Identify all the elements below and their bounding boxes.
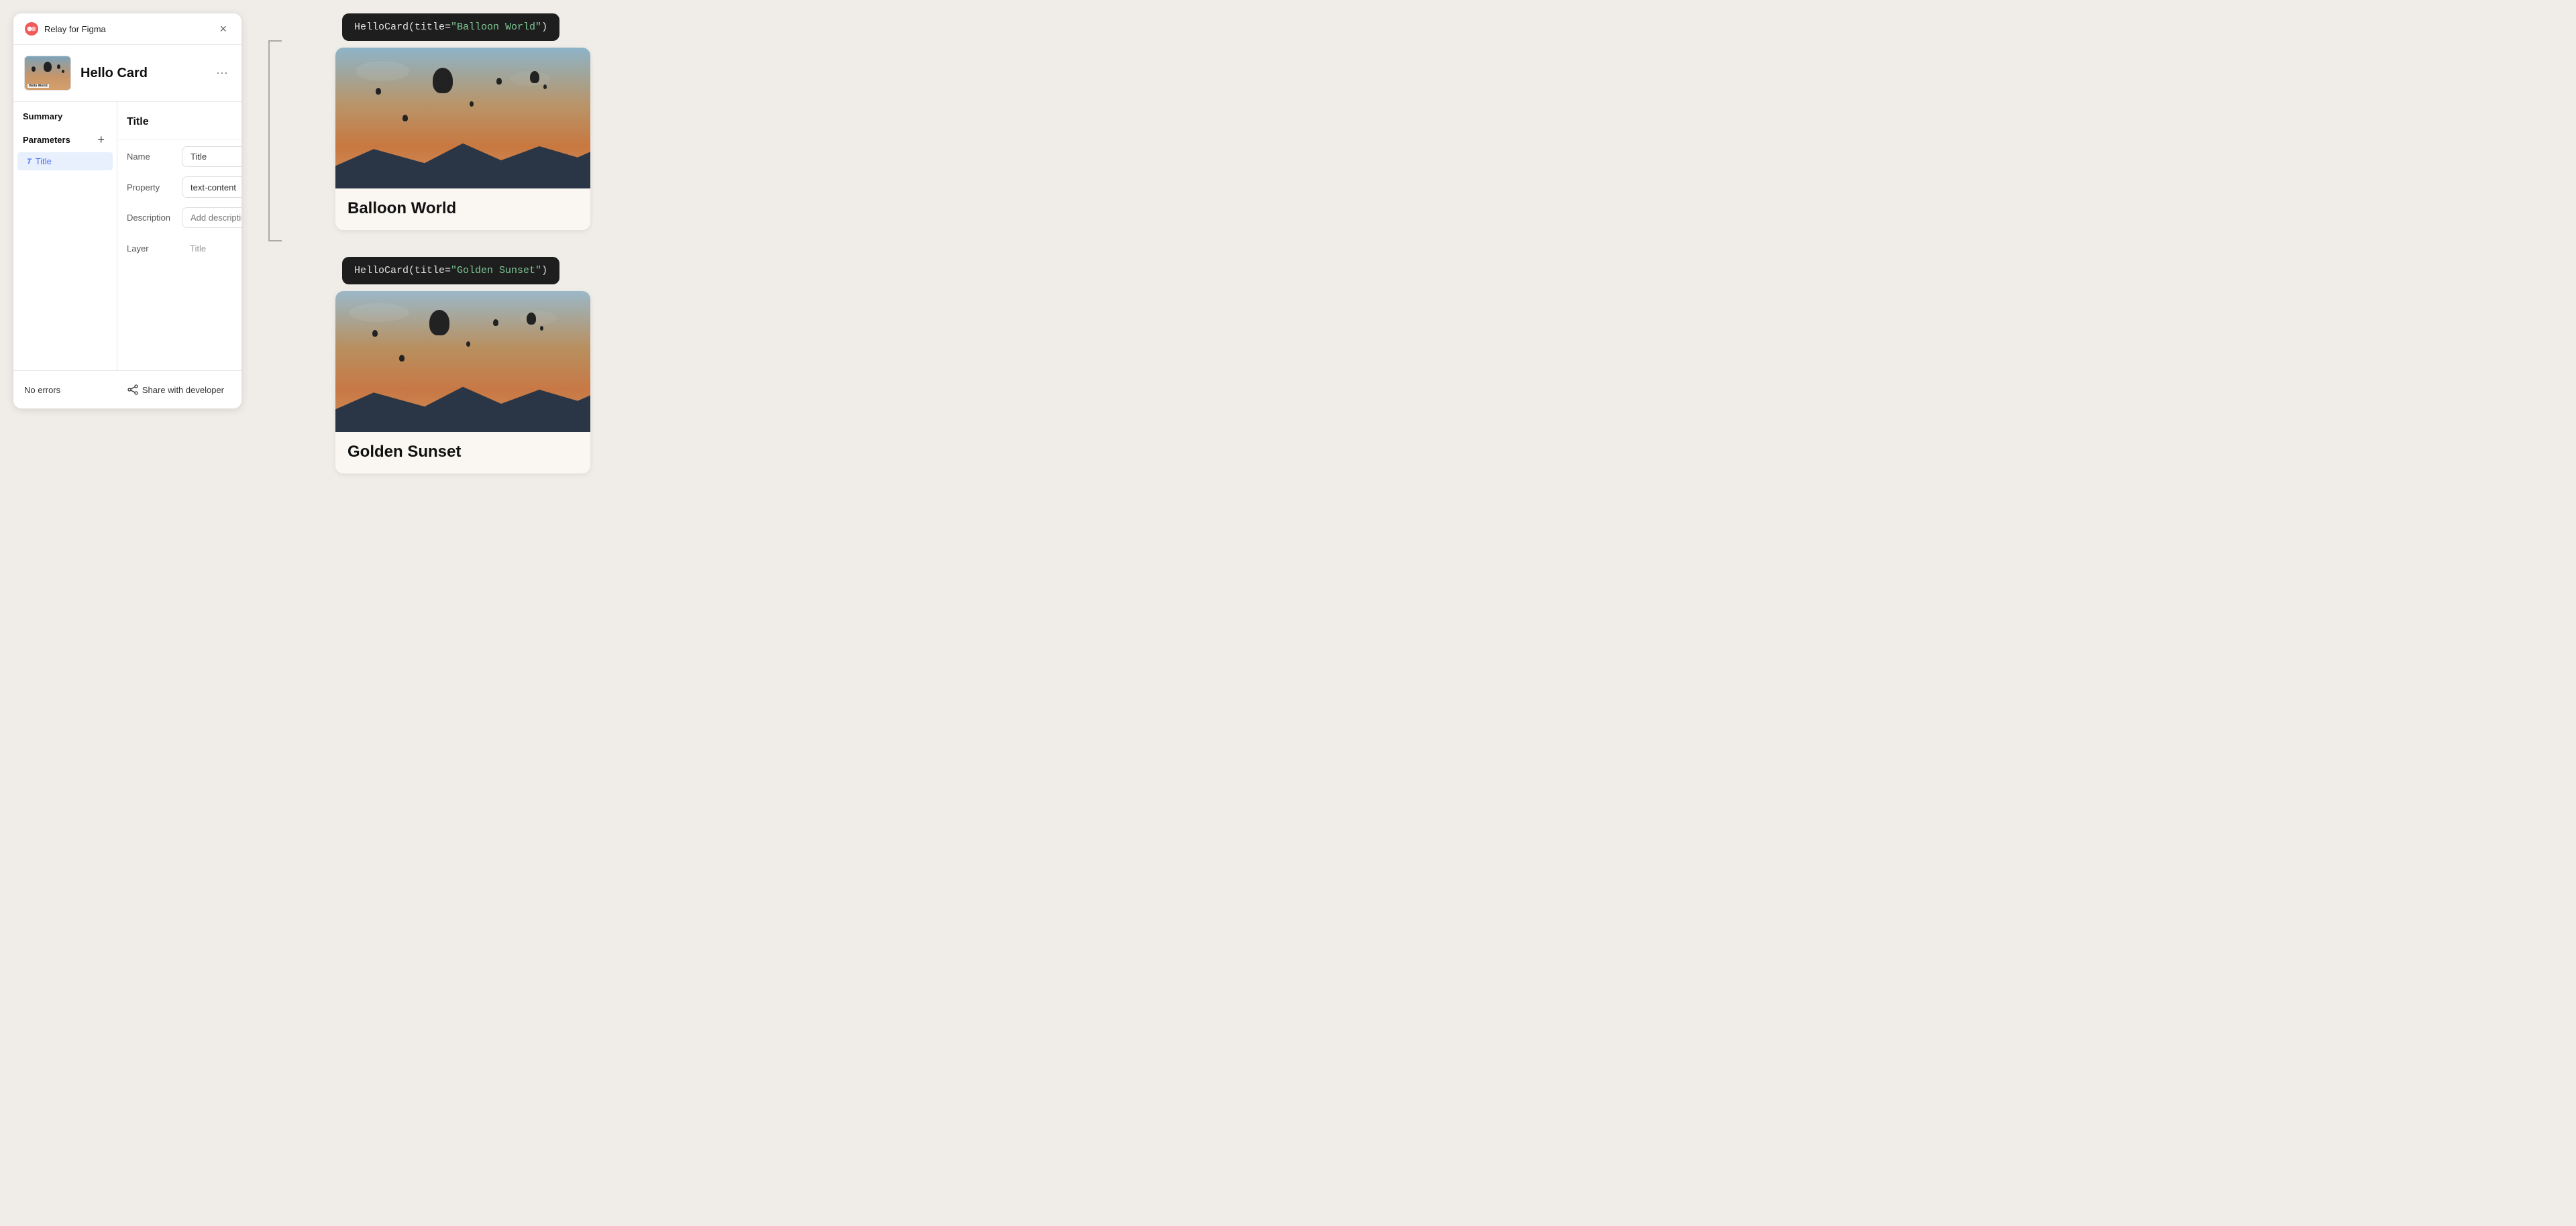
description-row: Description [127, 207, 241, 228]
balloon-tiny-6 [399, 355, 405, 361]
name-label: Name [127, 152, 175, 162]
balloon-small-4 [493, 319, 498, 326]
share-button-label: Share with developer [142, 385, 224, 395]
balloon-small-3 [372, 330, 378, 337]
card2-title: Golden Sunset [347, 443, 578, 461]
balloon-tiny-4 [466, 341, 470, 347]
param-name-label: Title [36, 156, 52, 166]
detail-title: Title [127, 116, 149, 128]
balloon-tiny-1 [470, 101, 474, 107]
add-parameter-button[interactable]: + [95, 132, 107, 147]
card1-tooltip-fn: HelloCard(title= [354, 21, 451, 33]
card1-content: Balloon World [335, 188, 590, 230]
balloon-tiny-3 [402, 115, 408, 121]
card2-image [335, 291, 590, 432]
component-more-button[interactable]: ⋯ [213, 64, 231, 83]
card1-tooltip-str: "Balloon World" [451, 21, 541, 33]
parameters-label: Parameters [23, 135, 70, 145]
balloon-large-2 [429, 310, 449, 335]
component-card: Hello World Hello Card ⋯ [13, 45, 241, 102]
no-errors-label: No errors [24, 385, 60, 395]
share-icon [127, 384, 138, 395]
detail-column: Title Name Property [117, 102, 241, 370]
panel-header-left: Relay for Figma [24, 21, 106, 36]
card-balloon-world: HelloCard(title="Balloon World") [335, 13, 590, 230]
share-with-developer-button[interactable]: Share with developer [121, 380, 231, 399]
panel-body: Summary Parameters + T Title Title [13, 102, 241, 370]
property-value: text-content [191, 182, 236, 192]
property-select[interactable]: text-content [182, 176, 241, 198]
bracket-connector [262, 40, 288, 241]
layer-value: Title [182, 243, 241, 254]
balloon-large [433, 68, 453, 93]
balloon-medium-2 [527, 313, 536, 325]
detail-form: Name Property text-content Description [117, 140, 241, 266]
parameters-header: Parameters + [13, 127, 117, 152]
panel-footer: No errors Share with developer [13, 370, 241, 408]
param-type-icon: T [27, 158, 32, 166]
name-input[interactable] [182, 146, 241, 167]
component-thumbnail: Hello World [24, 56, 71, 91]
card-golden-sunset: HelloCard(title="Golden Sunset") [335, 257, 590, 473]
card1-scene [335, 48, 590, 188]
card2-scene [335, 291, 590, 432]
card2-code-tooltip: HelloCard(title="Golden Sunset") [342, 257, 559, 284]
property-label: Property [127, 182, 175, 192]
relay-logo-icon [24, 21, 39, 36]
cards-area: HelloCard(title="Balloon World") [309, 0, 2576, 487]
layer-row: Layer Title [127, 237, 241, 260]
preview-card-1: Balloon World [335, 48, 590, 230]
description-input[interactable] [182, 207, 241, 228]
card1-code-tooltip: HelloCard(title="Balloon World") [342, 13, 559, 41]
card2-tooltip-str: "Golden Sunset" [451, 265, 541, 276]
layer-label: Layer [127, 243, 175, 254]
balloon-small-2 [496, 78, 502, 85]
description-label: Description [127, 213, 175, 223]
panel-header: Relay for Figma × [13, 13, 241, 45]
close-button[interactable]: × [215, 21, 231, 36]
app-name-label: Relay for Figma [44, 24, 106, 34]
balloon-medium-1 [530, 71, 539, 83]
param-title-item[interactable]: T Title [17, 152, 113, 170]
card2-tooltip-close: ) [541, 265, 547, 276]
name-row: Name [127, 146, 241, 167]
balloon-tiny-5 [540, 326, 543, 331]
summary-tab[interactable]: Summary [13, 102, 117, 127]
connector-area [241, 0, 309, 241]
card1-tooltip-close: ) [541, 21, 547, 33]
sidebar-column: Summary Parameters + T Title [13, 102, 117, 370]
property-row: Property text-content [127, 176, 241, 198]
component-name: Hello Card [80, 66, 204, 81]
preview-card-2: Golden Sunset [335, 291, 590, 473]
thumbnail-label: Hello World [28, 84, 49, 88]
main-panel: Relay for Figma × Hello World Hello Card… [13, 13, 241, 408]
balloon-tiny-2 [543, 85, 547, 89]
balloon-small-1 [376, 88, 381, 95]
card2-content: Golden Sunset [335, 432, 590, 473]
detail-header: Title [117, 102, 241, 140]
card1-title: Balloon World [347, 199, 578, 218]
card1-image [335, 48, 590, 188]
card2-tooltip-fn: HelloCard(title= [354, 265, 451, 276]
